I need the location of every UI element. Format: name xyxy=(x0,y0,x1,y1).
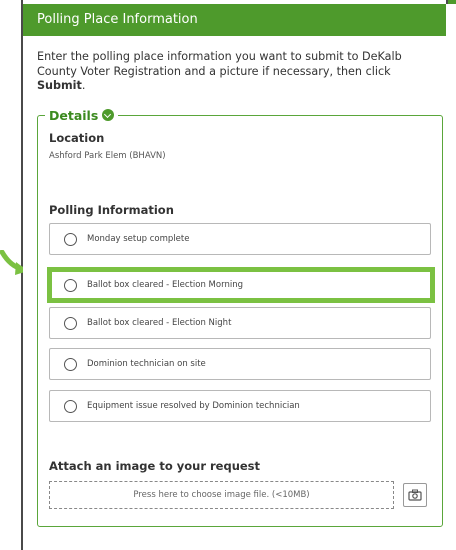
option-ballot-morning[interactable]: Ballot box cleared - Election Morning xyxy=(49,269,431,301)
camera-button[interactable] xyxy=(403,483,427,507)
dropzone-text: Press here to choose image file. (<10MB) xyxy=(133,490,310,500)
option-label: Equipment issue resolved by Dominion tec… xyxy=(87,401,300,411)
location-label: Location xyxy=(49,131,105,145)
radio-icon[interactable] xyxy=(64,357,77,371)
camera-icon xyxy=(408,489,422,501)
location-value: Ashford Park Elem (BHAVN) xyxy=(49,151,166,161)
radio-icon[interactable] xyxy=(64,399,77,413)
polling-information-label: Polling Information xyxy=(49,203,174,217)
panel-header: Polling Place Information xyxy=(23,4,446,36)
panel-title: Polling Place Information xyxy=(37,12,198,27)
corner-accent xyxy=(448,0,456,4)
intro-text: Enter the polling place information you … xyxy=(37,50,437,94)
option-label: Ballot box cleared - Election Morning xyxy=(87,280,243,290)
intro-body: Enter the polling place information you … xyxy=(37,50,402,78)
intro-end: . xyxy=(81,79,86,92)
chevron-down-icon[interactable] xyxy=(102,109,115,121)
option-monday-setup[interactable]: Monday setup complete xyxy=(49,223,431,255)
attach-image-label: Attach an image to your request xyxy=(49,459,261,473)
option-label: Monday setup complete xyxy=(87,234,190,244)
option-label: Dominion technician on site xyxy=(87,359,206,369)
option-label: Ballot box cleared - Election Night xyxy=(87,318,232,328)
radio-icon[interactable] xyxy=(64,278,77,292)
details-legend[interactable]: Details xyxy=(45,107,119,123)
details-legend-label: Details xyxy=(49,107,99,123)
option-ballot-night[interactable]: Ballot box cleared - Election Night xyxy=(49,307,431,339)
image-dropzone[interactable]: Press here to choose image file. (<10MB) xyxy=(49,481,394,509)
option-dominion-on-site[interactable]: Dominion technician on site xyxy=(49,348,431,380)
option-equipment-resolved[interactable]: Equipment issue resolved by Dominion tec… xyxy=(49,390,431,422)
radio-icon[interactable] xyxy=(64,316,77,330)
radio-icon[interactable] xyxy=(64,232,77,246)
polling-place-panel: Polling Place Information Enter the poll… xyxy=(23,4,446,550)
intro-submit-emphasis: Submit xyxy=(37,79,82,92)
